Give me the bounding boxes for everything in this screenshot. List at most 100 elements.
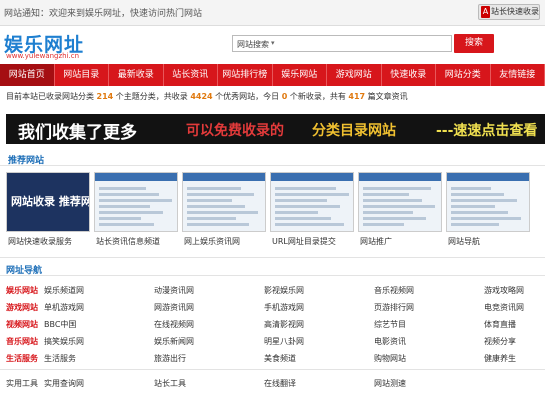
thumbnail-caption[interactable]: 站长资讯信息频道 — [96, 236, 160, 247]
site-thumbnail[interactable] — [446, 172, 530, 232]
stats-text-3: 个新收录，共有 — [289, 92, 346, 101]
nav-item[interactable]: 娱乐网站 — [273, 64, 327, 86]
stats-text-4: 篇文章资讯 — [367, 92, 408, 101]
nav-item[interactable]: 网站排行榜 — [218, 64, 273, 86]
directory-link[interactable]: 娱乐新闻网 — [154, 336, 194, 347]
bottom-link[interactable]: 实用工具 — [6, 378, 38, 389]
nav-item[interactable]: 友情链接 — [491, 64, 545, 86]
thumbnail-line — [99, 217, 141, 220]
stats-site-count: 4424 — [190, 92, 213, 101]
thumbnail-header — [95, 173, 177, 181]
thumbnail-caption[interactable]: 网站导航 — [448, 236, 480, 247]
search-button[interactable]: 搜索 — [454, 34, 494, 53]
directory-link[interactable]: 在线视频网 — [154, 319, 194, 330]
thumbnail-line — [363, 193, 409, 196]
thumbnail-caption[interactable]: URL网址目录提交 — [272, 236, 336, 247]
directory-category[interactable]: 娱乐网站 — [6, 285, 38, 296]
directory-link[interactable]: 美食频道 — [264, 353, 296, 364]
stats-text-1: 个主题分类，共收录 — [115, 92, 188, 101]
thumbnail-caption[interactable]: 网站快速收录服务 — [8, 236, 72, 247]
directory-link[interactable]: 网游资讯网 — [154, 302, 194, 313]
directory-link[interactable]: 游戏攻略网 — [484, 285, 524, 296]
banner-text-4: ---速速点击查看 — [436, 123, 538, 139]
bottom-link[interactable]: 站长工具 — [154, 378, 186, 389]
thumbnail-header — [271, 173, 353, 181]
thumbnail-line — [363, 187, 431, 190]
directory-link[interactable]: BBC中国 — [44, 319, 76, 330]
thumbnail-line — [451, 217, 521, 220]
thumbnail-line — [187, 205, 245, 208]
stats-today-count: 0 — [281, 92, 288, 101]
nav-item[interactable]: 网站分类 — [436, 64, 491, 86]
nav-item[interactable]: 网站首页 — [0, 64, 55, 86]
directory-link[interactable]: 电竞资讯网 — [484, 302, 524, 313]
banner-text-2: 可以免费收录的 — [186, 123, 284, 139]
thumbnail-line — [99, 223, 154, 226]
submit-label: 站长快速收录 — [491, 7, 539, 16]
thumbnail-line — [275, 211, 318, 214]
chevron-down-icon: ▾ — [271, 39, 275, 47]
thumbnail-line — [451, 187, 491, 190]
directory-link[interactable]: 影视娱乐网 — [264, 285, 304, 296]
submit-site-button[interactable]: A 站长快速收录 — [478, 4, 540, 20]
directory-link[interactable]: 健康养生 — [484, 353, 516, 364]
directory-link[interactable]: 电影资讯 — [374, 336, 406, 347]
site-thumbnail[interactable] — [270, 172, 354, 232]
bottom-link[interactable]: 实用查询网 — [44, 378, 84, 389]
promo-banner[interactable]: 我们收集了更多 可以免费收录的 分类目录网站 ---速速点击查看 — [6, 114, 545, 144]
directory-link[interactable]: 页游排行网 — [374, 302, 414, 313]
thumbnail-line — [363, 223, 404, 226]
divider — [0, 257, 545, 258]
thumbnail-caption[interactable]: 网上娱乐资讯网 — [184, 236, 240, 247]
directory-link[interactable]: 购物网站 — [374, 353, 406, 364]
logo-url: www.yulewangzhi.cn — [6, 52, 80, 60]
thumbnail-line — [275, 217, 331, 220]
directory-category[interactable]: 生活服务 — [6, 353, 38, 364]
thumbnail-line — [99, 193, 159, 196]
thumbnail-line — [187, 211, 258, 214]
thumbnail-line — [99, 199, 172, 202]
site-thumbnail[interactable] — [94, 172, 178, 232]
nav-item[interactable]: 网站目录 — [55, 64, 109, 86]
thumbnail-line — [275, 223, 344, 226]
nav-item[interactable]: 站长资讯 — [164, 64, 218, 86]
directory-link[interactable]: 动漫资讯网 — [154, 285, 194, 296]
directory-link[interactable]: 高清影视网 — [264, 319, 304, 330]
site-thumbnail[interactable] — [182, 172, 266, 232]
directory-link[interactable]: 娱乐频道网 — [44, 285, 84, 296]
directory-link[interactable]: 音乐视频网 — [374, 285, 414, 296]
directory-link[interactable]: 生活服务 — [44, 353, 76, 364]
stats-text-2: 个优秀网站，今日 — [215, 92, 280, 101]
directory-link[interactable]: 旅游出行 — [154, 353, 186, 364]
divider — [0, 275, 545, 276]
stats-category-count: 214 — [96, 92, 114, 101]
thumbnail-line — [363, 199, 422, 202]
directory-link[interactable]: 综艺节目 — [374, 319, 406, 330]
directory-link[interactable]: 搞笑娱乐网 — [44, 336, 84, 347]
submit-icon: A — [481, 6, 490, 18]
bottom-link[interactable]: 网站测速 — [374, 378, 406, 389]
divider — [0, 369, 545, 370]
nav-item[interactable]: 快速收录 — [382, 64, 436, 86]
thumbnail-line — [275, 193, 349, 196]
directory-category[interactable]: 游戏网站 — [6, 302, 38, 313]
directory-link[interactable]: 明星八卦网 — [264, 336, 304, 347]
search-select[interactable]: 网站搜索 ▾ — [232, 35, 452, 52]
site-thumbnail[interactable] — [358, 172, 442, 232]
thumbnail-line — [275, 205, 340, 208]
directory-link[interactable]: 手机游戏网 — [264, 302, 304, 313]
thumbnail-line — [451, 211, 508, 214]
bottom-link[interactable]: 在线翻译 — [264, 378, 296, 389]
site-thumbnail[interactable]: 网站收录 推荐网址 — [6, 172, 90, 232]
directory-category[interactable]: 音乐网站 — [6, 336, 38, 347]
directory-link[interactable]: 体育直播 — [484, 319, 516, 330]
directory-category[interactable]: 视频网站 — [6, 319, 38, 330]
thumbnail-caption[interactable]: 网站推广 — [360, 236, 392, 247]
thumbnail-line — [275, 199, 327, 202]
main-nav: 网站首页 网站目录 最新收录 站长资讯 网站排行榜 娱乐网站 游戏网站 快速收录 网站分类 友情链… — [0, 64, 545, 86]
top-bar: 网站通知：欢迎来到娱乐网址，快速访问热门网站 A 站长快速收录 — [0, 0, 545, 26]
nav-item[interactable]: 最新收录 — [109, 64, 164, 86]
nav-item[interactable]: 游戏网站 — [327, 64, 382, 86]
directory-link[interactable]: 视频分享 — [484, 336, 516, 347]
directory-link[interactable]: 单机游戏网 — [44, 302, 84, 313]
